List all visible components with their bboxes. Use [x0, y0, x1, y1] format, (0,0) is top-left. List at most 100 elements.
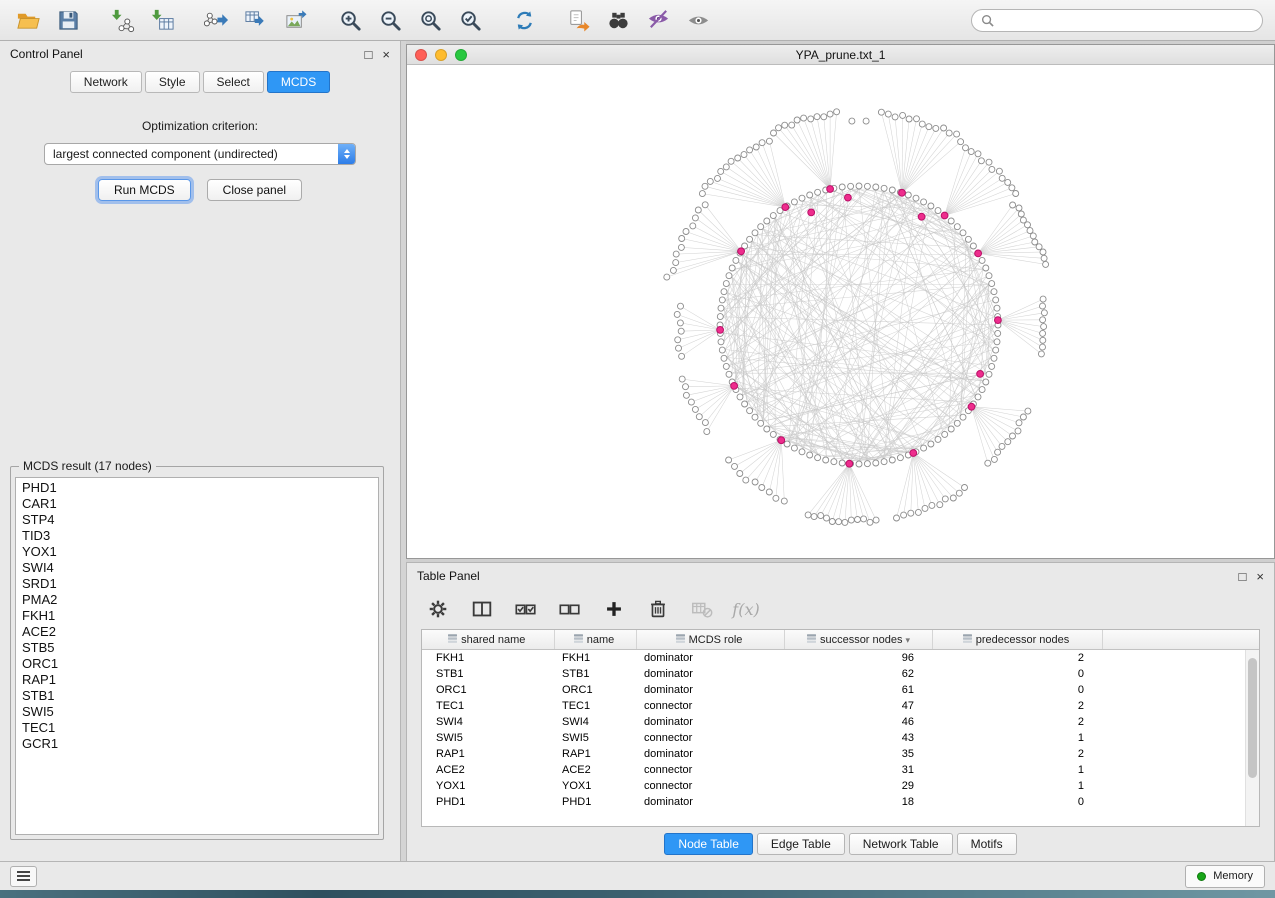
open-folder-icon — [16, 8, 41, 33]
table-row[interactable]: ACE2ACE2connector311 — [422, 762, 1259, 778]
zoom-fit-icon — [418, 8, 443, 33]
tab-edge-table[interactable]: Edge Table — [757, 833, 845, 855]
export-image-button[interactable] — [280, 4, 312, 36]
table-row[interactable]: STB1STB1dominator620 — [422, 666, 1259, 682]
eye-icon — [686, 8, 711, 33]
column-attr-icon — [806, 633, 817, 644]
export-network-button[interactable] — [200, 4, 232, 36]
select-all-icon — [514, 597, 538, 621]
main-toolbar — [0, 0, 1275, 41]
mcds-result-item[interactable]: ORC1 — [22, 656, 378, 672]
tab-select[interactable]: Select — [203, 71, 264, 93]
tab-node-table[interactable]: Node Table — [664, 833, 753, 855]
deselect-all-button[interactable] — [555, 594, 585, 624]
search-box[interactable] — [971, 9, 1263, 32]
column-attr-icon — [447, 633, 458, 644]
mcds-result-item[interactable]: RAP1 — [22, 672, 378, 688]
table-row[interactable]: ORC1ORC1dominator610 — [422, 682, 1259, 698]
mcds-result-item[interactable]: STB1 — [22, 688, 378, 704]
zoom-out-button[interactable] — [374, 4, 406, 36]
mcds-result-list[interactable]: PHD1CAR1STP4TID3YOX1SWI4SRD1PMA2FKH1ACE2… — [15, 477, 379, 835]
column-attr-icon — [962, 633, 973, 644]
maximize-window-icon[interactable] — [455, 49, 467, 61]
mcds-result-item[interactable]: STP4 — [22, 512, 378, 528]
table-scrollbar[interactable] — [1245, 650, 1259, 826]
table-row[interactable]: TEC1TEC1connector472 — [422, 698, 1259, 714]
mcds-result-item[interactable]: SWI5 — [22, 704, 378, 720]
table-settings-button[interactable] — [423, 594, 453, 624]
float-panel-icon[interactable]: □ — [365, 48, 373, 61]
run-mcds-button[interactable]: Run MCDS — [98, 179, 191, 201]
open-session-button[interactable] — [12, 4, 44, 36]
control-panel-header: Control Panel □ × — [0, 41, 400, 67]
mcds-result-item[interactable]: ACE2 — [22, 624, 378, 640]
network-canvas[interactable] — [407, 65, 1274, 558]
close-table-panel-icon[interactable]: × — [1256, 570, 1264, 583]
import-table-button[interactable] — [146, 4, 178, 36]
mcds-result-item[interactable]: SRD1 — [22, 576, 378, 592]
export-table-button[interactable] — [240, 4, 272, 36]
search-input[interactable] — [1000, 12, 1253, 28]
table-scrollbar-thumb[interactable] — [1248, 658, 1257, 778]
table-row[interactable]: YOX1YOX1connector291 — [422, 778, 1259, 794]
panel-menu-button[interactable] — [10, 866, 37, 887]
table-row[interactable]: SWI4SWI4dominator462 — [422, 714, 1259, 730]
search-network-button[interactable] — [602, 4, 634, 36]
minimize-window-icon[interactable] — [435, 49, 447, 61]
mcds-result-item[interactable]: YOX1 — [22, 544, 378, 560]
eye-slash-icon — [646, 8, 671, 33]
mcds-result-item[interactable]: SWI4 — [22, 560, 378, 576]
table-row[interactable]: FKH1FKH1dominator962 — [422, 649, 1259, 666]
column-header-MCDS-role[interactable]: MCDS role — [636, 630, 784, 649]
zoom-in-button[interactable] — [334, 4, 366, 36]
add-row-button[interactable] — [599, 594, 629, 624]
zoom-out-icon — [378, 8, 403, 33]
delete-row-button[interactable] — [643, 594, 673, 624]
mcds-result-item[interactable]: GCR1 — [22, 736, 378, 752]
mcds-result-item[interactable]: CAR1 — [22, 496, 378, 512]
tab-network-table[interactable]: Network Table — [849, 833, 953, 855]
column-header-shared-name[interactable]: shared name — [422, 630, 554, 649]
tab-motifs[interactable]: Motifs — [957, 833, 1017, 855]
save-session-button[interactable] — [52, 4, 84, 36]
criterion-dropdown[interactable]: largest connected component (undirected) — [44, 143, 356, 165]
column-header-name[interactable]: name — [554, 630, 636, 649]
control-panel-tabs: NetworkStyleSelectMCDS — [0, 71, 400, 93]
show-columns-button[interactable] — [467, 594, 497, 624]
mcds-result-item[interactable]: TEC1 — [22, 720, 378, 736]
select-all-button[interactable] — [511, 594, 541, 624]
refresh-button[interactable] — [508, 4, 540, 36]
float-table-panel-icon[interactable]: □ — [1239, 570, 1247, 583]
show-details-button[interactable] — [682, 4, 714, 36]
mcds-result-item[interactable]: TID3 — [22, 528, 378, 544]
zoom-selected-button[interactable] — [454, 4, 486, 36]
close-window-icon[interactable] — [415, 49, 427, 61]
mcds-result-item[interactable]: PMA2 — [22, 592, 378, 608]
table-panel-title: Table Panel — [417, 569, 480, 583]
mcds-result-item[interactable]: PHD1 — [22, 480, 378, 496]
zoom-fit-button[interactable] — [414, 4, 446, 36]
table-header-row: shared namenameMCDS rolesuccessor nodes▾… — [422, 630, 1259, 649]
table-row[interactable]: RAP1RAP1dominator352 — [422, 746, 1259, 762]
column-header-predecessor-nodes[interactable]: predecessor nodes — [932, 630, 1102, 649]
tab-style[interactable]: Style — [145, 71, 200, 93]
column-header-successor-nodes[interactable]: successor nodes▾ — [784, 630, 932, 649]
clone-network-button[interactable] — [562, 4, 594, 36]
refresh-group — [508, 4, 540, 36]
close-panel-button[interactable]: Close panel — [207, 179, 302, 201]
table-row[interactable]: SWI5SWI5connector431 — [422, 730, 1259, 746]
tab-network[interactable]: Network — [70, 71, 142, 93]
hide-details-button[interactable] — [642, 4, 674, 36]
memory-button[interactable]: Memory — [1185, 865, 1265, 888]
tab-mcds[interactable]: MCDS — [267, 71, 330, 93]
mcds-result-item[interactable]: STB5 — [22, 640, 378, 656]
desktop-wallpaper-strip — [0, 890, 1275, 898]
close-panel-icon[interactable]: × — [382, 48, 390, 61]
network-window-title: YPA_prune.txt_1 — [407, 48, 1274, 62]
mcds-result-item[interactable]: FKH1 — [22, 608, 378, 624]
table-row[interactable]: PHD1PHD1dominator180 — [422, 794, 1259, 810]
import-network-button[interactable] — [106, 4, 138, 36]
network-window-titlebar[interactable]: YPA_prune.txt_1 — [407, 45, 1274, 65]
memory-status-icon — [1197, 872, 1206, 881]
network-view-window: YPA_prune.txt_1 — [406, 44, 1275, 559]
